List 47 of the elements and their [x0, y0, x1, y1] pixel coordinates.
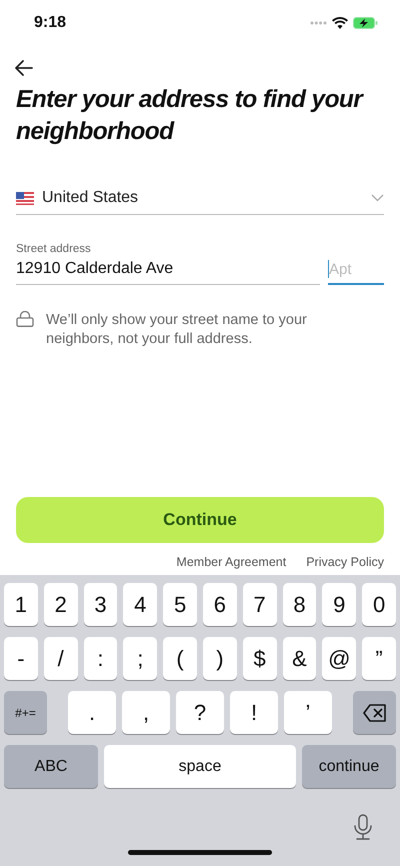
lock-icon — [16, 311, 34, 327]
space-key[interactable]: space — [104, 745, 296, 788]
keyboard-key[interactable]: , — [122, 691, 170, 734]
keyboard-key[interactable]: ; — [123, 637, 158, 680]
keyboard-key[interactable]: ! — [230, 691, 278, 734]
keyboard-key[interactable]: 6 — [202, 583, 237, 626]
keyboard-key[interactable]: : — [84, 637, 118, 680]
footer-link[interactable]: Privacy Policy — [306, 555, 384, 569]
keyboard-key[interactable]: 4 — [123, 583, 158, 626]
chevron-down-icon — [371, 194, 384, 202]
keyboard-key[interactable]: . — [68, 691, 116, 734]
keyboard-key[interactable]: 3 — [84, 583, 118, 626]
flag-icon — [16, 192, 34, 204]
keyboard-key[interactable]: $ — [242, 637, 277, 680]
country-select[interactable]: United States — [16, 182, 384, 215]
continue-button[interactable]: Continue — [16, 497, 384, 543]
signal-icon — [310, 21, 327, 25]
footer-link[interactable]: Member Agreement — [176, 555, 286, 569]
backspace-key[interactable] — [353, 691, 396, 734]
page-title: Enter your address to find your neighborhood — [16, 85, 365, 147]
keyboard-key[interactable]: 2 — [44, 583, 78, 626]
keyboard-key[interactable]: 8 — [282, 583, 316, 626]
keyboard-key[interactable]: 1 — [4, 583, 38, 626]
abc-key[interactable]: ABC — [4, 745, 98, 788]
keyboard-key[interactable]: 5 — [163, 583, 197, 626]
street-address-field[interactable]: Street address 12910 Calderdale Ave — [16, 243, 320, 285]
keyboard-key[interactable]: ? — [176, 691, 224, 734]
keyboard-key[interactable]: - — [4, 637, 38, 680]
wifi-icon — [332, 17, 348, 29]
status-time: 9:18 — [34, 14, 66, 32]
keyboard-key[interactable]: / — [44, 637, 78, 680]
microphone-icon[interactable] — [354, 814, 372, 840]
keyboard-key[interactable]: & — [282, 637, 316, 680]
keyboard-key[interactable]: ( — [163, 637, 197, 680]
keyboard-key[interactable]: ) — [202, 637, 237, 680]
battery-icon — [353, 17, 378, 29]
backspace-icon — [362, 704, 386, 722]
keyboard-key[interactable]: 0 — [362, 583, 396, 626]
continue-key[interactable]: continue — [302, 745, 396, 788]
keyboard-key[interactable]: 7 — [242, 583, 277, 626]
keyboard-key[interactable]: ’ — [284, 691, 332, 734]
keyboard-key[interactable]: @ — [322, 637, 356, 680]
keyboard-key[interactable]: ” — [362, 637, 396, 680]
symbols-key[interactable]: #+= — [4, 691, 47, 734]
back-arrow-icon[interactable] — [14, 58, 34, 78]
privacy-note: We’ll only show your street name to your neighbors, not your full address. — [46, 311, 308, 349]
keyboard-key[interactable]: 9 — [322, 583, 356, 626]
